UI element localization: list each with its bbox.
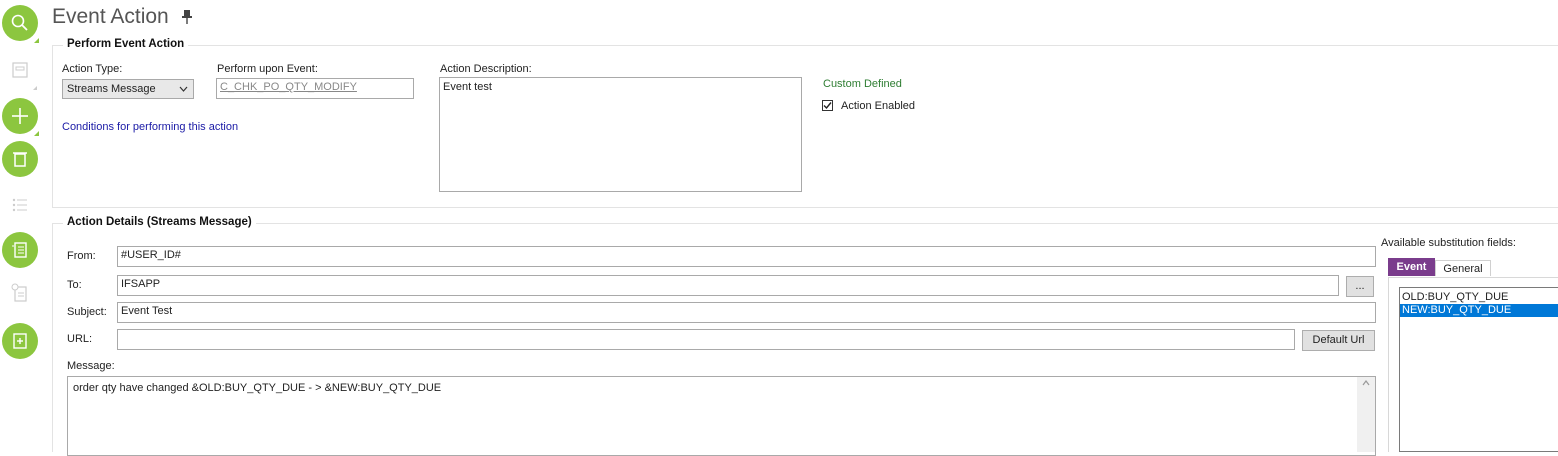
delete-icon bbox=[13, 152, 27, 167]
substitution-list[interactable]: OLD:BUY_QTY_DUE NEW:BUY_QTY_DUE bbox=[1399, 287, 1558, 452]
details-section-title: Action Details (Streams Message) bbox=[63, 216, 256, 228]
subject-label: Subject: bbox=[67, 306, 107, 318]
new-document-button[interactable] bbox=[2, 323, 38, 359]
tab-general[interactable]: General bbox=[1435, 260, 1491, 276]
message-label: Message: bbox=[67, 360, 115, 372]
to-browse-button[interactable]: ... bbox=[1346, 276, 1374, 297]
page-title: Event Action bbox=[52, 5, 169, 28]
conditions-link[interactable]: Conditions for performing this action bbox=[62, 121, 238, 133]
action-type-select[interactable]: Streams Message bbox=[62, 79, 194, 99]
description-textarea[interactable]: Event test bbox=[439, 77, 802, 192]
from-label: From: bbox=[67, 250, 96, 262]
new-document-icon bbox=[13, 333, 27, 349]
list-icon bbox=[12, 198, 27, 212]
scroll-up-icon[interactable] bbox=[1357, 377, 1375, 389]
search-button[interactable] bbox=[2, 5, 38, 41]
search-menu-corner bbox=[34, 38, 39, 43]
details-section-top-border bbox=[52, 223, 1558, 224]
url-field[interactable] bbox=[117, 329, 1295, 350]
add-button[interactable] bbox=[2, 98, 38, 134]
delete-button[interactable] bbox=[2, 141, 38, 177]
list-item[interactable]: NEW:BUY_QTY_DUE bbox=[1400, 304, 1558, 317]
document-info-button[interactable] bbox=[10, 283, 30, 303]
add-icon bbox=[12, 108, 28, 124]
subject-field[interactable]: Event Test bbox=[117, 302, 1376, 323]
to-label: To: bbox=[67, 279, 82, 291]
action-type-label: Action Type: bbox=[62, 63, 123, 75]
pin-icon[interactable] bbox=[181, 10, 193, 24]
perform-section-bottom-border bbox=[52, 207, 1558, 208]
action-enabled-label: Action Enabled bbox=[841, 100, 915, 112]
chevron-down-icon bbox=[179, 86, 188, 92]
details-icon bbox=[12, 62, 28, 78]
substitution-title: Available substitution fields: bbox=[1381, 237, 1516, 249]
checklist-icon bbox=[12, 242, 27, 258]
perform-upon-field[interactable]: C_CHK_PO_QTY_MODIFY bbox=[216, 78, 414, 99]
document-info-icon bbox=[11, 283, 27, 302]
to-field[interactable]: IFSAPP bbox=[117, 275, 1339, 296]
perform-upon-label: Perform upon Event: bbox=[217, 63, 318, 75]
perform-section-title: Perform Event Action bbox=[63, 38, 189, 50]
perform-section-top-border bbox=[52, 45, 1558, 46]
tab-event[interactable]: Event bbox=[1388, 258, 1435, 276]
tab-panel-top-border bbox=[1388, 277, 1558, 278]
search-icon bbox=[11, 14, 28, 31]
from-field[interactable]: #USER_ID# bbox=[117, 246, 1376, 267]
checklist-button[interactable] bbox=[2, 232, 38, 268]
details-button[interactable] bbox=[10, 60, 30, 80]
checkmark-icon bbox=[823, 102, 832, 110]
url-label: URL: bbox=[67, 333, 93, 345]
list-button[interactable] bbox=[10, 195, 30, 215]
default-url-button[interactable]: Default Url bbox=[1302, 330, 1375, 351]
custom-defined-label: Custom Defined bbox=[823, 78, 902, 90]
action-type-value: Streams Message bbox=[67, 83, 156, 95]
details-section-left-border bbox=[52, 223, 53, 452]
list-item[interactable]: OLD:BUY_QTY_DUE bbox=[1400, 291, 1558, 304]
message-scrollbar[interactable] bbox=[1357, 377, 1375, 452]
description-label: Action Description: bbox=[440, 63, 532, 75]
tab-panel-left-border bbox=[1388, 277, 1389, 452]
add-menu-corner bbox=[34, 131, 39, 136]
perform-section-left-border bbox=[52, 45, 53, 208]
details-menu-corner bbox=[33, 86, 37, 90]
message-text: order qty have changed &OLD:BUY_QTY_DUE … bbox=[73, 382, 442, 394]
message-textarea[interactable]: order qty have changed &OLD:BUY_QTY_DUE … bbox=[67, 376, 1376, 456]
action-enabled-checkbox[interactable] bbox=[822, 100, 833, 111]
left-toolbar bbox=[0, 0, 42, 452]
